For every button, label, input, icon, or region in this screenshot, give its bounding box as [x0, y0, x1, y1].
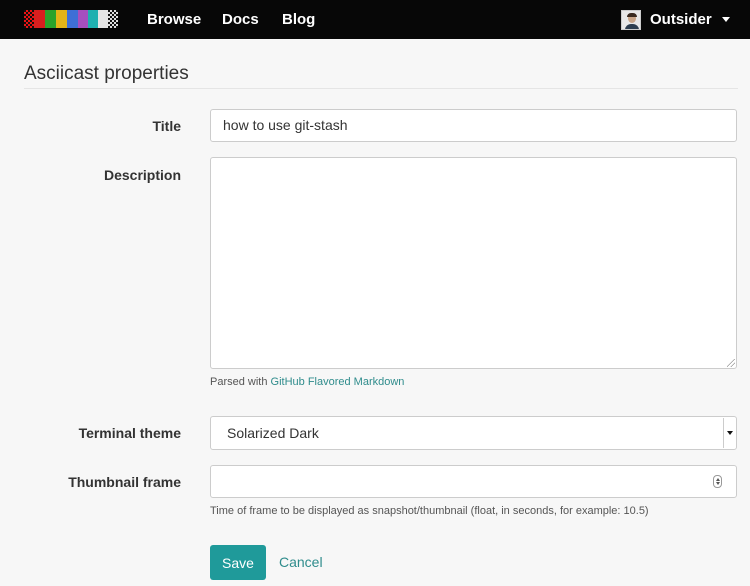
thumbnail-help-text: Time of frame to be displayed as snapsho…	[210, 505, 649, 517]
terminal-theme-label: Terminal theme	[78, 425, 181, 441]
page-title: Asciicast properties	[24, 63, 189, 84]
markdown-link[interactable]: GitHub Flavored Markdown	[271, 376, 405, 388]
nav-blog-link[interactable]: Blog	[282, 10, 315, 29]
nav-browse-link[interactable]: Browse	[147, 10, 201, 29]
markdown-help-text: Parsed with GitHub Flavored Markdown	[210, 376, 404, 388]
select-arrow-icon[interactable]	[723, 418, 735, 448]
divider	[24, 88, 738, 89]
asciinema-logo[interactable]	[24, 10, 118, 28]
logo-bar	[45, 10, 56, 28]
cancel-link[interactable]: Cancel	[279, 554, 323, 570]
logo-left-pattern	[24, 10, 34, 28]
logo-bar	[78, 10, 88, 28]
number-stepper-icon[interactable]	[713, 475, 722, 488]
avatar	[621, 9, 641, 30]
terminal-theme-selected: Solarized Dark	[227, 425, 319, 441]
user-menu[interactable]: Outsider	[621, 9, 730, 30]
logo-bar	[56, 10, 67, 28]
logo-bar	[88, 10, 98, 28]
save-button[interactable]: Save	[210, 545, 266, 580]
resize-grip-icon[interactable]	[727, 359, 735, 367]
user-name: Outsider	[650, 11, 712, 28]
description-label: Description	[103, 167, 181, 183]
title-input[interactable]: how to use git-stash	[210, 109, 737, 142]
top-navbar: Browse Docs Blog Outsider	[0, 0, 750, 39]
logo-bar	[98, 10, 108, 28]
caret-down-icon	[721, 17, 730, 22]
logo-bar	[67, 10, 78, 28]
thumbnail-frame-label: Thumbnail frame	[68, 474, 181, 490]
nav-docs-link[interactable]: Docs	[222, 10, 259, 29]
thumbnail-frame-input[interactable]	[210, 465, 737, 498]
logo-right-pattern	[108, 10, 118, 28]
terminal-theme-select[interactable]: Solarized Dark	[210, 416, 737, 450]
title-label: Title	[152, 118, 181, 134]
logo-bar	[34, 10, 45, 28]
description-textarea[interactable]	[210, 157, 737, 369]
markdown-help-prefix: Parsed with	[210, 376, 271, 388]
